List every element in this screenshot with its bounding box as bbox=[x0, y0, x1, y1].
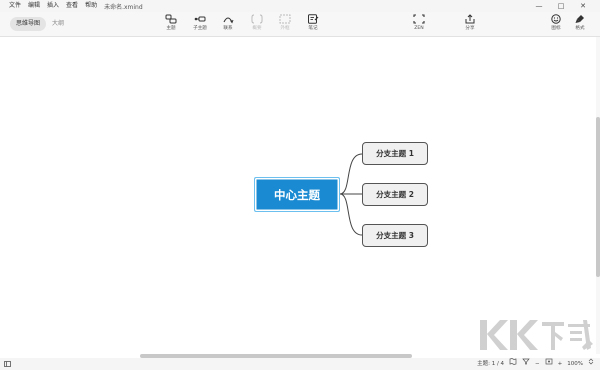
map-icon[interactable] bbox=[509, 358, 517, 370]
topic-label: 主题 bbox=[166, 26, 176, 31]
boundary-label: 外框 bbox=[280, 26, 290, 31]
menu-bar: 文件 编辑 插入 查看 帮助 未命名.xmind — □ ✕ bbox=[0, 0, 600, 12]
share-icon bbox=[462, 13, 478, 25]
tab-outline[interactable]: 大纲 bbox=[46, 17, 70, 31]
share-label: 分享 bbox=[465, 26, 475, 31]
close-button[interactable]: ✕ bbox=[572, 0, 594, 12]
icons-label: 图标 bbox=[551, 26, 561, 31]
brush-icon bbox=[572, 13, 588, 25]
zoom-in-button[interactable]: + bbox=[558, 358, 563, 370]
subtopic-button[interactable]: 子主题 bbox=[187, 13, 213, 36]
filter-icon[interactable] bbox=[522, 358, 530, 370]
relationship-label: 联系 bbox=[223, 26, 233, 31]
summary-label: 概要 bbox=[252, 26, 262, 31]
topic-count: 主题: 1 / 4 bbox=[477, 361, 505, 367]
view-tabs: 思维导图 大纲 bbox=[10, 17, 70, 31]
format-panel-button[interactable]: 格式 bbox=[567, 13, 593, 36]
zen-label: ZEN bbox=[414, 26, 424, 31]
summary-button[interactable]: 概要 bbox=[244, 13, 270, 36]
share-button[interactable]: 分享 bbox=[457, 13, 483, 36]
menu-file[interactable]: 文件 bbox=[9, 0, 21, 12]
maximize-button[interactable]: □ bbox=[550, 0, 572, 12]
topic-button[interactable]: 主题 bbox=[158, 13, 184, 36]
vertical-scrollbar[interactable] bbox=[596, 37, 600, 354]
icons-panel-button[interactable]: 图标 bbox=[543, 13, 569, 36]
kk-watermark-logo bbox=[470, 314, 596, 356]
zen-button[interactable]: ZEN bbox=[406, 13, 432, 36]
subtopic-icon bbox=[192, 13, 208, 25]
subtopic-3[interactable]: 分支主题 3 bbox=[362, 224, 428, 247]
zoom-level[interactable]: 100% bbox=[567, 358, 583, 370]
boundary-button[interactable]: 外框 bbox=[272, 13, 298, 36]
subtopic-1[interactable]: 分支主题 1 bbox=[362, 142, 428, 165]
relationship-icon bbox=[220, 13, 236, 25]
menu-insert[interactable]: 插入 bbox=[47, 0, 59, 12]
boundary-icon bbox=[277, 13, 293, 25]
note-icon bbox=[305, 13, 321, 25]
status-right: 主题: 1 / 4 − + 100% bbox=[477, 358, 594, 370]
format-label: 格式 bbox=[575, 26, 585, 31]
note-button[interactable]: 笔记 bbox=[300, 13, 326, 36]
topic-icon bbox=[163, 13, 179, 25]
relationship-button[interactable]: 联系 bbox=[215, 13, 241, 36]
zoom-dropdown-icon[interactable] bbox=[588, 358, 594, 370]
toolbar: 思维导图 大纲 主题 子主题 联系 概要 外框 笔记 ZEN 分享 图标 格式 bbox=[0, 12, 600, 37]
zoom-out-button[interactable]: − bbox=[535, 358, 540, 370]
vertical-scroll-thumb[interactable] bbox=[596, 117, 600, 277]
tab-mindmap[interactable]: 思维导图 bbox=[10, 17, 47, 31]
minimize-button[interactable]: — bbox=[528, 0, 550, 12]
smiley-icon bbox=[548, 13, 564, 25]
window-controls: — □ ✕ bbox=[528, 0, 594, 12]
note-label: 笔记 bbox=[308, 26, 318, 31]
panel-toggle-icon[interactable] bbox=[4, 361, 11, 367]
subtopic-2[interactable]: 分支主题 2 bbox=[362, 183, 428, 206]
fullscreen-icon bbox=[411, 13, 427, 25]
menu-edit[interactable]: 编辑 bbox=[28, 0, 40, 12]
menu-help[interactable]: 帮助 bbox=[85, 0, 97, 12]
status-bar: 主题: 1 / 4 − + 100% bbox=[0, 358, 600, 370]
menu-view[interactable]: 查看 bbox=[66, 0, 78, 12]
subtopic-label: 子主题 bbox=[193, 26, 207, 31]
summary-icon bbox=[249, 13, 265, 25]
central-topic[interactable]: 中心主题 bbox=[254, 177, 340, 212]
fit-icon[interactable] bbox=[545, 358, 553, 370]
document-title: 未命名.xmind bbox=[104, 3, 143, 11]
